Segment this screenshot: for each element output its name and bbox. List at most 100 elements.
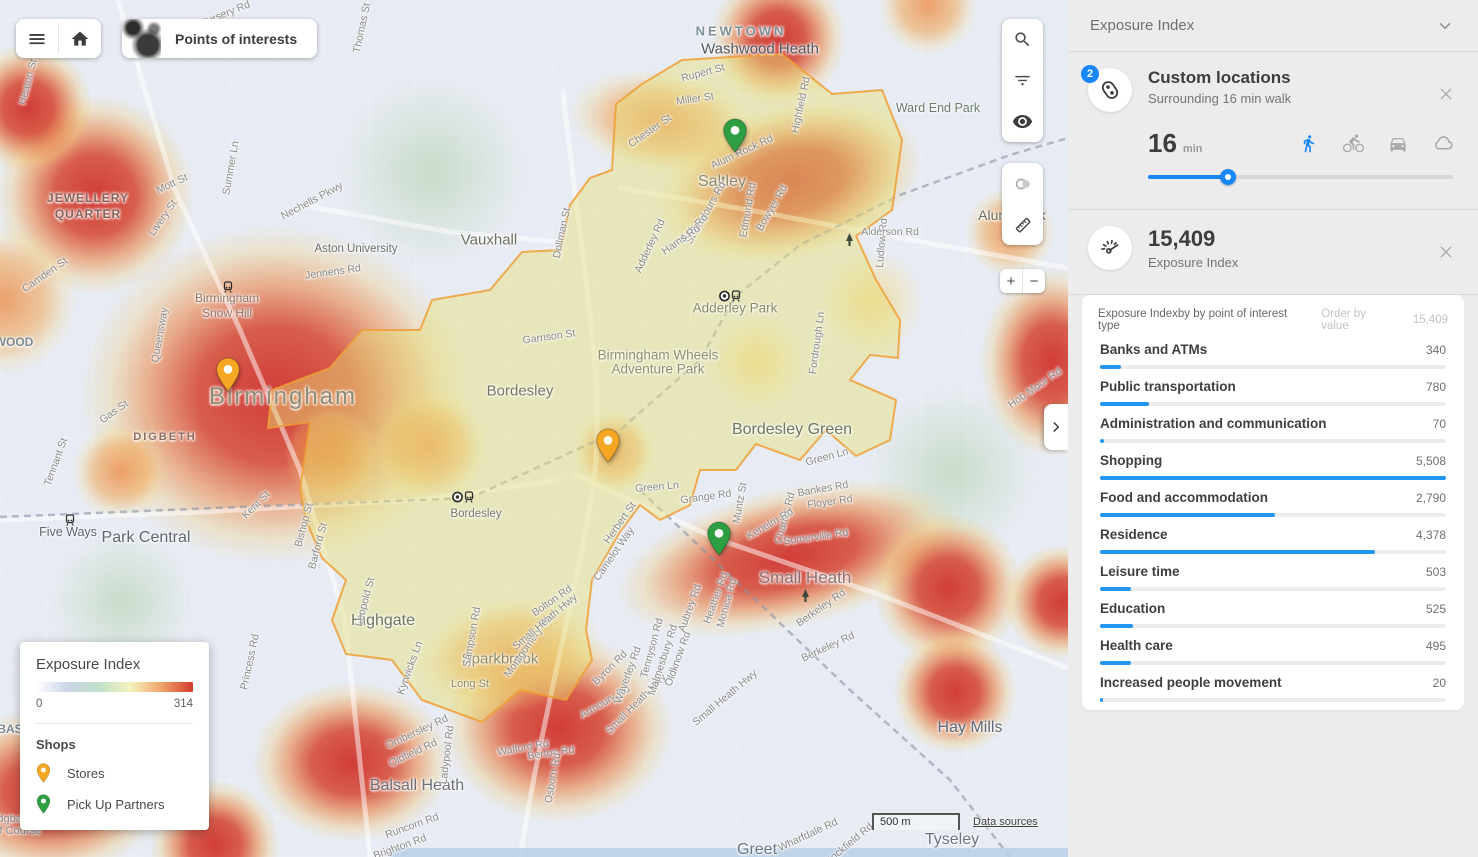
store-pin[interactable] — [216, 357, 241, 392]
locations-count-badge: 2 — [1081, 65, 1099, 83]
exposure-index-value: 15,409 — [1148, 226, 1454, 252]
poi-row[interactable]: Residence4,378 — [1098, 517, 1448, 554]
chevron-down-icon — [1436, 17, 1454, 35]
poi-label: Administration and communication — [1100, 416, 1433, 431]
legend-item-label: Pick Up Partners — [67, 797, 165, 812]
zoom-in-button[interactable]: + — [1000, 269, 1023, 293]
poi-value: 780 — [1426, 380, 1446, 394]
rail-station-icon — [65, 514, 76, 527]
car-mode-button[interactable] — [1387, 133, 1409, 155]
poi-row[interactable]: Increased people movement20 — [1098, 665, 1448, 702]
legend-shops-title: Shops — [36, 737, 193, 752]
layer-thumbnail — [122, 19, 161, 58]
filter-icon — [1013, 71, 1032, 90]
panel-header[interactable]: Exposure Index — [1068, 0, 1478, 52]
minutes-value: 16 — [1148, 128, 1177, 159]
tree-icon — [845, 233, 854, 246]
poi-row[interactable]: Public transportation780 — [1098, 369, 1448, 406]
slider-fill — [1148, 175, 1228, 179]
legend-gradient-bar — [36, 682, 193, 692]
map-tools-primary — [1002, 19, 1043, 142]
store-pin[interactable] — [596, 428, 621, 463]
poi-label: Health care — [1100, 638, 1426, 653]
layer-title: Points of interests — [161, 31, 317, 47]
chevron-right-icon — [1049, 420, 1063, 434]
app: NEWTOWNWashwood HeathWard End ParkSaltle… — [0, 0, 1478, 857]
legend-max: 314 — [174, 698, 193, 710]
order-by-value[interactable]: Order by value — [1321, 308, 1393, 332]
map-canvas[interactable]: NEWTOWNWashwood HeathWard End ParkSaltle… — [0, 0, 1068, 857]
poi-row[interactable]: Leisure time503 — [1098, 554, 1448, 591]
home-icon — [70, 29, 90, 49]
poi-rows: Banks and ATMs340Public transportation78… — [1098, 332, 1448, 702]
toggle-layers-button[interactable] — [1002, 163, 1043, 204]
pin-icon — [36, 763, 51, 783]
hamburger-icon — [27, 29, 47, 49]
gauge-icon — [1098, 236, 1122, 260]
cloud-mode-button[interactable] — [1432, 133, 1454, 155]
eye-icon — [1012, 111, 1033, 132]
poi-label: Leisure time — [1100, 564, 1426, 579]
scale-bar: 500 m — [872, 813, 960, 830]
poi-value: 5,508 — [1416, 454, 1446, 468]
poi-progress-fill — [1100, 698, 1103, 702]
measure-button[interactable] — [1002, 204, 1043, 245]
pins-cluster-icon — [1098, 78, 1122, 102]
filter-button[interactable] — [1002, 60, 1043, 101]
transport-modes — [1297, 133, 1454, 155]
data-sources-link[interactable]: Data sources — [973, 816, 1038, 828]
minutes-slider[interactable] — [1148, 169, 1454, 185]
poi-row[interactable]: Administration and communication70 — [1098, 406, 1448, 443]
bike-mode-button[interactable] — [1342, 133, 1364, 155]
legend-item: Stores — [36, 763, 193, 783]
poi-list-card: Exposure Indexby by point of interest ty… — [1082, 295, 1464, 710]
visibility-button[interactable] — [1002, 101, 1043, 142]
zoom-out-button[interactable]: − — [1023, 269, 1045, 293]
legend-item-label: Stores — [67, 766, 105, 781]
legend-min: 0 — [36, 698, 42, 710]
poi-value: 70 — [1433, 417, 1446, 431]
map-tools-secondary — [1002, 163, 1043, 245]
poi-label: Education — [1100, 601, 1426, 616]
close-custom-locations-button[interactable] — [1436, 84, 1456, 104]
poi-value: 20 — [1433, 676, 1446, 690]
panel-collapse-handle[interactable] — [1044, 404, 1068, 450]
map-legend: Exposure Index 0 314 Shops Stores Pick Up… — [20, 642, 209, 830]
rail-station-icon — [719, 290, 742, 303]
exposure-index-label: Exposure Index — [1148, 255, 1454, 270]
minutes-unit: min — [1183, 143, 1203, 155]
pin-icon — [36, 794, 51, 814]
pickup-partner-pin[interactable] — [707, 521, 732, 556]
custom-locations-section: 2 Custom locations Surrounding 16 min wa… — [1068, 52, 1478, 210]
walk-icon — [1299, 134, 1318, 153]
walk-mode-button[interactable] — [1297, 133, 1319, 155]
active-layer-chip[interactable]: Points of interests — [122, 19, 317, 58]
legend-divider — [36, 723, 193, 724]
pickup-partner-pin[interactable] — [723, 118, 748, 153]
close-exposure-stat-button[interactable] — [1436, 242, 1456, 262]
toggle-icon — [1012, 173, 1034, 195]
poi-list-total: 15,409 — [1413, 314, 1448, 326]
rail-station-icon — [452, 491, 475, 504]
poi-row[interactable]: Food and accommodation2,790 — [1098, 480, 1448, 517]
legend-title: Exposure Index — [36, 656, 193, 673]
cloud-icon — [1433, 133, 1454, 154]
poi-row[interactable]: Education525 — [1098, 591, 1448, 628]
poi-row[interactable]: Health care495 — [1098, 628, 1448, 665]
side-panel: Exposure Index 2 Custom locations Surrou… — [1068, 0, 1478, 857]
ruler-icon — [1012, 214, 1034, 236]
home-button[interactable] — [59, 19, 101, 58]
rail-station-icon — [223, 281, 234, 294]
map-road-strip — [390, 848, 1068, 857]
poi-value: 495 — [1426, 639, 1446, 653]
poi-row[interactable]: Banks and ATMs340 — [1098, 332, 1448, 369]
slider-thumb[interactable] — [1220, 169, 1236, 185]
legend-item: Pick Up Partners — [36, 794, 193, 814]
search-button[interactable] — [1002, 19, 1043, 60]
poi-label: Shopping — [1100, 453, 1416, 468]
poi-label: Banks and ATMs — [1100, 342, 1426, 357]
panel-title: Exposure Index — [1090, 17, 1436, 34]
poi-row[interactable]: Shopping5,508 — [1098, 443, 1448, 480]
menu-button[interactable] — [16, 19, 58, 58]
poi-list-title: Exposure Indexby by point of interest ty… — [1098, 308, 1301, 332]
